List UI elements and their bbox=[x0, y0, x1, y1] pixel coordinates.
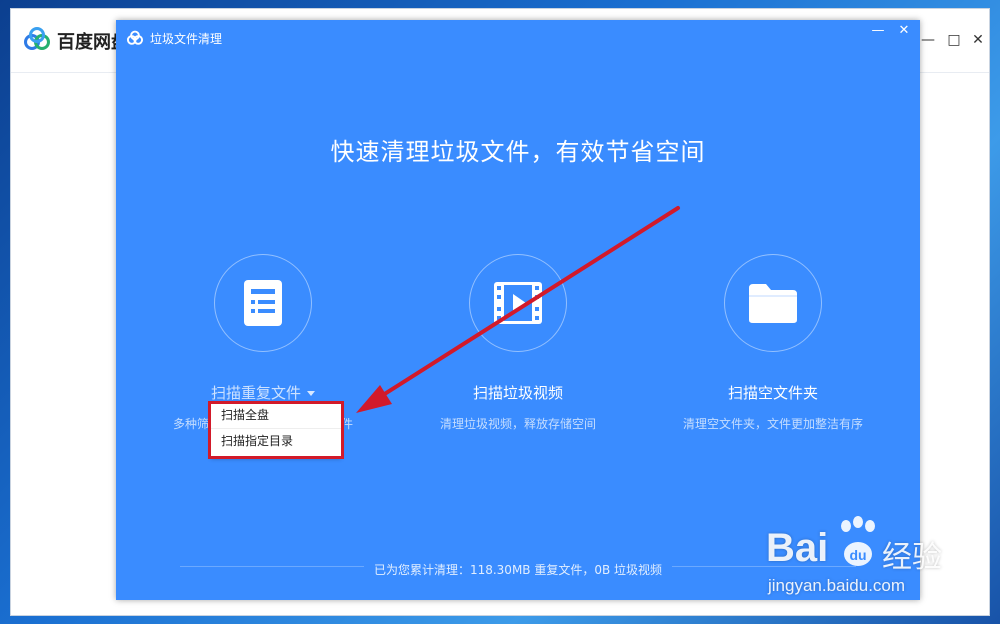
folder-icon bbox=[749, 284, 797, 323]
scan-mode-dropdown: 扫描全盘 扫描指定目录 bbox=[211, 403, 341, 458]
dialog-close-button[interactable]: ✕ bbox=[896, 23, 912, 39]
netdisk-logo-icon bbox=[126, 30, 144, 45]
document-list-icon bbox=[244, 280, 282, 326]
cleanup-summary-text: 已为您累计清理：118.30MB 重复文件，0B 垃圾视频 bbox=[363, 563, 673, 577]
empty-folders-label[interactable]: 扫描空文件夹 bbox=[653, 382, 893, 403]
minimize-button[interactable]: — bbox=[919, 31, 937, 49]
dialog-headline: 快速清理垃圾文件，有效节省空间 bbox=[330, 138, 706, 166]
dialog-title: 垃圾文件清理 bbox=[150, 32, 223, 46]
empty-folders-button[interactable] bbox=[724, 254, 822, 352]
feature-empty-folders: 扫描空文件夹 清理空文件夹，文件更加整洁有序 bbox=[653, 254, 893, 432]
feature-junk-videos: 扫描垃圾视频 清理垃圾视频，释放存储空间 bbox=[398, 254, 638, 432]
cleanup-summary: 已为您累计清理：118.30MB 重复文件，0B 垃圾视频 bbox=[116, 561, 920, 578]
duplicate-files-dropdown-toggle[interactable]: 扫描重复文件 bbox=[143, 382, 383, 403]
empty-folders-desc: 清理空文件夹，文件更加整洁有序 bbox=[682, 417, 863, 431]
scan-full-disk-option[interactable]: 扫描全盘 bbox=[211, 403, 341, 428]
scan-directory-option[interactable]: 扫描指定目录 bbox=[211, 428, 341, 453]
junk-videos-desc: 清理垃圾视频，释放存储空间 bbox=[439, 417, 596, 431]
duplicate-files-label: 扫描重复文件 bbox=[210, 384, 301, 402]
junk-clean-dialog: 垃圾文件清理 — ✕ 快速清理垃圾文件，有效节省空间 扫描重复文件 多种筛选方式… bbox=[116, 20, 920, 600]
caret-down-icon bbox=[307, 391, 315, 396]
dialog-minimize-button[interactable]: — bbox=[870, 23, 886, 39]
maximize-button[interactable]: □ bbox=[945, 31, 963, 49]
netdisk-logo-icon bbox=[24, 27, 50, 50]
junk-videos-label[interactable]: 扫描垃圾视频 bbox=[398, 382, 638, 403]
duplicate-files-button[interactable] bbox=[214, 254, 312, 352]
video-film-icon bbox=[494, 282, 542, 324]
close-button[interactable]: ✕ bbox=[969, 31, 987, 49]
junk-videos-button[interactable] bbox=[469, 254, 567, 352]
